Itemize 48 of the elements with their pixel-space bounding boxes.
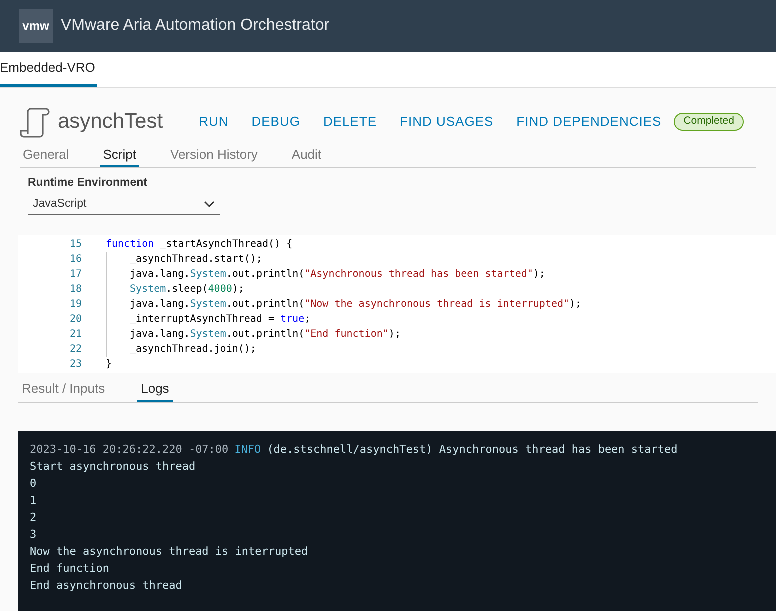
line-number: 18	[68, 283, 82, 298]
code-line: System.sleep(4000);	[130, 283, 244, 298]
line-number: 21	[68, 328, 82, 342]
tab[interactable]: Logs	[137, 377, 174, 402]
line-number: 17	[68, 268, 82, 282]
line-number: 16	[68, 253, 82, 268]
action-button[interactable]: DEBUG	[252, 112, 300, 132]
log-line: 2	[30, 510, 38, 526]
tab[interactable]: Audit	[288, 144, 325, 167]
line-number: 20	[68, 313, 82, 328]
tab[interactable]: Embedded-VRO	[0, 52, 98, 87]
action-button[interactable]: FIND USAGES	[400, 112, 494, 132]
line-number: 22	[68, 343, 82, 358]
chevron-down-icon	[204, 201, 215, 208]
tab[interactable]: Script	[100, 144, 140, 167]
tab[interactable]: Result / Inputs	[18, 377, 110, 402]
code-line: java.lang.System.out.println("End function");	[130, 328, 401, 342]
app-title: VMware Aria Automation Orchestrator	[61, 16, 330, 36]
field-label: Runtime Environment	[28, 176, 148, 191]
runtime-select[interactable]: JavaScript	[28, 195, 220, 216]
code-line: java.lang.System.out.println("Now the asynchronous thread is interrupted");	[130, 298, 582, 312]
log-line: Now the asynchronous thread is interrupted	[30, 544, 310, 560]
tab[interactable]: General	[20, 144, 72, 167]
log-line: End function	[30, 561, 110, 578]
script-icon	[20, 106, 50, 138]
log-line: 3	[30, 527, 38, 544]
tab[interactable]: Version History	[167, 144, 261, 167]
code-line: _interruptAsynchThread = true;	[130, 313, 311, 328]
line-number: 15	[68, 238, 82, 252]
code-line: _asynchThread.start();	[130, 253, 262, 268]
code-line: function _startAsynchThread() {	[106, 238, 293, 252]
line-number: 23	[68, 358, 82, 372]
code-line: java.lang.System.out.println("Asynchronous thread has been started");	[130, 268, 546, 282]
log-line: End asynchronous thread	[30, 578, 184, 594]
status-badge: Completed	[674, 113, 744, 131]
action-button[interactable]: FIND DEPENDENCIES	[516, 112, 662, 132]
code-editor[interactable]	[18, 235, 776, 374]
log-line: 2023-10-16 20:26:22.220 -07:00 INFO (de.stschnell/asynchTest) Asynchronous thread has been started	[30, 442, 679, 458]
logo: vmw	[19, 9, 53, 43]
line-number: 19	[68, 298, 82, 312]
action-button[interactable]: RUN	[199, 112, 229, 132]
log-line: Start asynchronous thread	[30, 459, 197, 476]
workflow-name: asynchTest	[58, 109, 164, 136]
code-line: _asynchThread.join();	[130, 343, 256, 358]
code-line: }	[106, 358, 112, 372]
log-line: 1	[30, 493, 38, 510]
action-button[interactable]: DELETE	[323, 112, 378, 132]
log-line: 0	[30, 476, 38, 492]
